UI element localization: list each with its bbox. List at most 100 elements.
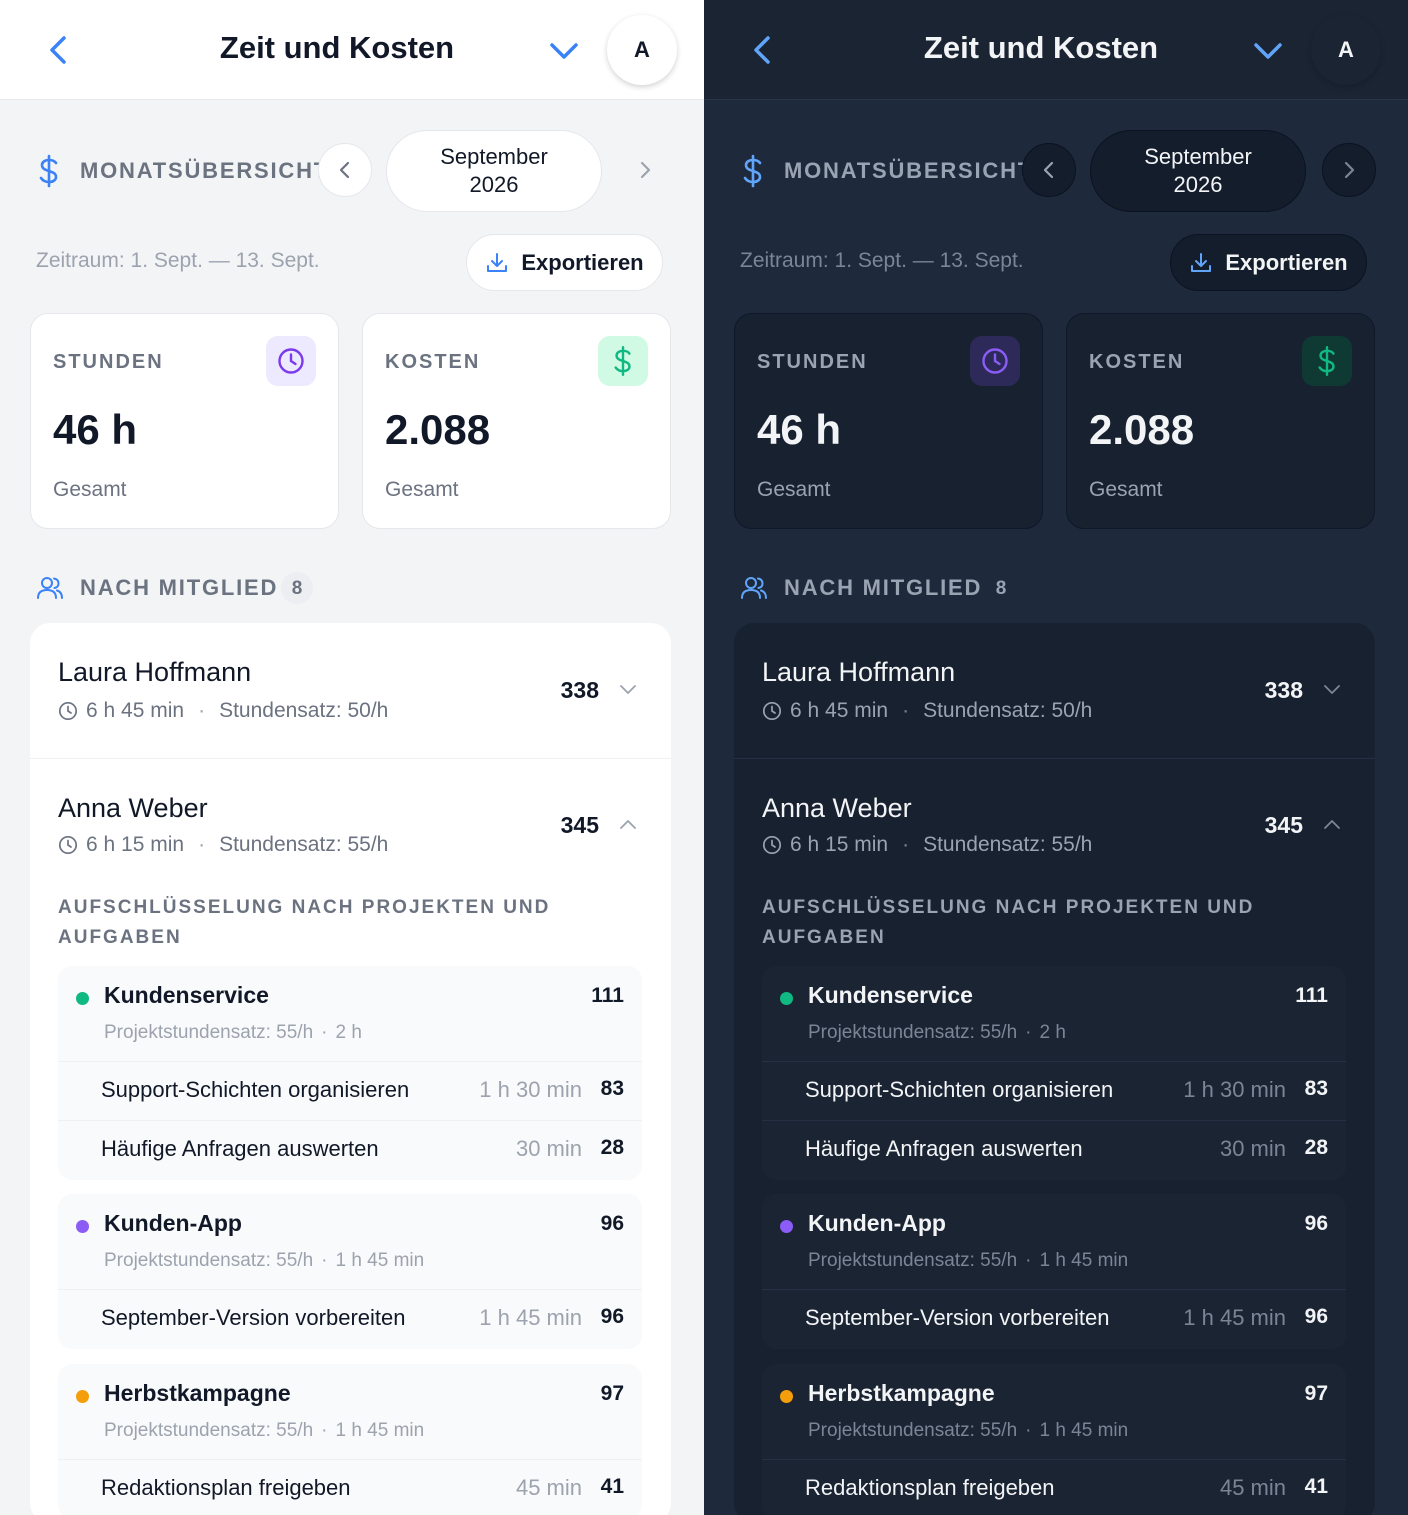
avatar[interactable]: A <box>1311 15 1381 85</box>
hours-card: STUNDEN 46 h Gesamt <box>734 313 1043 529</box>
task-value: 83 <box>1304 1077 1328 1100</box>
members-list: Laura Hoffmann 6 h 45 min · Stundensatz:… <box>30 623 671 1515</box>
task-row: Redaktionsplan freigeben 45 min 41 <box>58 1460 642 1515</box>
project-time: 2 h <box>335 1022 362 1043</box>
avatar[interactable]: A <box>607 15 677 85</box>
project-color-dot <box>780 992 793 1005</box>
member-row-expanded: Anna Weber 6 h 15 min · Stundensatz: 55/… <box>30 759 671 1515</box>
prev-month-button[interactable] <box>1022 143 1076 197</box>
project-value: 97 <box>600 1382 624 1405</box>
member-total: 345 <box>560 812 599 838</box>
member-row[interactable]: Laura Hoffmann 6 h 45 min · Stundensatz:… <box>734 623 1375 759</box>
member-time: 6 h 45 min <box>86 699 185 722</box>
task-value: 41 <box>1304 1475 1328 1498</box>
project-meta: Projektstundensatz: 55/h · 1 h 45 min <box>808 1250 1128 1272</box>
project-name: Herbstkampagne <box>104 1380 291 1406</box>
task-time: 30 min <box>1219 1136 1286 1161</box>
project-value: 96 <box>1304 1212 1328 1235</box>
task-row: Häufige Anfragen auswerten 30 min 28 <box>762 1121 1346 1180</box>
member-name: Laura Hoffmann <box>762 657 956 687</box>
project-header[interactable]: Herbstkampagne 97 Projektstundensatz: 55… <box>58 1364 642 1460</box>
meta-separator: · <box>198 699 206 722</box>
member-meta: 6 h 15 min · Stundensatz: 55/h <box>58 833 388 857</box>
export-button[interactable]: Exportieren <box>1170 234 1367 291</box>
chevron-down-icon[interactable] <box>1321 683 1343 697</box>
chevron-up-icon[interactable] <box>1321 817 1343 831</box>
clock-icon <box>762 701 782 721</box>
meta-separator: · <box>321 1420 328 1441</box>
dollar-icon <box>39 154 58 188</box>
project-header[interactable]: Kunden-App 96 Projektstundensatz: 55/h · 1… <box>58 1194 642 1290</box>
task-time: 1 h 30 min <box>479 1077 582 1102</box>
member-meta: 6 h 15 min · Stundensatz: 55/h <box>762 833 1092 857</box>
chevron-left-icon <box>1043 161 1054 179</box>
project-meta: Projektstundensatz: 55/h · 1 h 45 min <box>808 1420 1128 1442</box>
chevron-down-icon[interactable] <box>1250 38 1286 64</box>
member-time: 6 h 45 min <box>790 699 889 722</box>
task-time: 1 h 45 min <box>479 1305 582 1330</box>
project-rate: Projektstundensatz: 55/h <box>104 1420 314 1441</box>
month-overview-row: MONATSÜBERSICHT September 2026 <box>36 130 676 212</box>
member-rate: Stundensatz: 55/h <box>923 833 1093 856</box>
page-title: Zeit und Kosten <box>219 30 455 65</box>
project-card-kunden-app: Kunden-App 96 Projektstundensatz: 55/h · 1… <box>58 1194 642 1349</box>
chevron-down-icon[interactable] <box>546 38 582 64</box>
task-row: Redaktionsplan freigeben 45 min 41 <box>762 1460 1346 1515</box>
members-section-header: NACH MITGLIED 8 <box>740 572 1040 608</box>
chevron-down-icon[interactable] <box>617 683 639 697</box>
members-section-label: NACH MITGLIED <box>784 575 983 600</box>
project-card-kunden-app: Kunden-App 96 Projektstundensatz: 55/h · 1… <box>762 1194 1346 1349</box>
costs-card: KOSTEN 2.088 Gesamt <box>1066 313 1375 529</box>
project-name: Herbstkampagne <box>808 1380 995 1406</box>
task-name: Häufige Anfragen auswerten <box>101 1136 379 1161</box>
users-icon <box>741 577 767 599</box>
project-value: 96 <box>600 1212 624 1235</box>
meta-separator: · <box>1025 1250 1032 1271</box>
project-rate: Projektstundensatz: 55/h <box>104 1022 314 1043</box>
task-row: Support-Schichten organisieren 1 h 30 mi… <box>58 1062 642 1121</box>
task-value: 28 <box>1304 1136 1328 1159</box>
next-month-button[interactable] <box>618 143 672 197</box>
top-bar: Zeit und Kosten A <box>0 0 704 100</box>
date-range-text: Zeitraum: 1. Sept. — 13. Sept. <box>740 249 1024 272</box>
task-row: September-Version vorbereiten 1 h 45 min… <box>762 1290 1346 1349</box>
task-row: Häufige Anfragen auswerten 30 min 28 <box>58 1121 642 1180</box>
member-row[interactable]: Laura Hoffmann 6 h 45 min · Stundensatz:… <box>30 623 671 759</box>
project-value: 111 <box>1295 984 1328 1007</box>
hours-total-value: 46 h <box>757 406 842 453</box>
export-label: Exportieren <box>1225 249 1348 275</box>
breakdown-title: AUFSCHLÜSSELUNG NACH PROJEKTEN UND AUFGA… <box>762 897 1255 948</box>
project-header[interactable]: Kundenservice 111 Projektstundensatz: 55… <box>762 966 1346 1062</box>
export-button[interactable]: Exportieren <box>466 234 663 291</box>
page-title: Zeit und Kosten <box>923 30 1159 65</box>
meta-separator: · <box>321 1250 328 1271</box>
project-time: 1 h 45 min <box>335 1420 425 1441</box>
project-time: 1 h 45 min <box>1039 1250 1129 1271</box>
next-month-button[interactable] <box>1322 143 1376 197</box>
costs-card: KOSTEN 2.088 Gesamt <box>362 313 671 529</box>
month-selector[interactable]: September 2026 <box>1090 130 1306 212</box>
project-header[interactable]: Herbstkampagne 97 Projektstundensatz: 55… <box>762 1364 1346 1460</box>
month-selector[interactable]: September 2026 <box>386 130 602 212</box>
member-meta: 6 h 45 min · Stundensatz: 50/h <box>58 699 388 723</box>
task-name: Support-Schichten organisieren <box>101 1077 410 1102</box>
member-total: 338 <box>560 677 599 703</box>
project-name: Kundenservice <box>808 982 973 1008</box>
hours-card-label: STUNDEN <box>53 351 164 373</box>
project-header[interactable]: Kundenservice 111 Projektstundensatz: 55… <box>58 966 642 1062</box>
export-label: Exportieren <box>521 249 644 275</box>
top-bar: Zeit und Kosten A <box>704 0 1408 100</box>
task-time: 45 min <box>1219 1475 1286 1500</box>
project-header[interactable]: Kunden-App 96 Projektstundensatz: 55/h · 1… <box>762 1194 1346 1290</box>
task-row: September-Version vorbereiten 1 h 45 min… <box>58 1290 642 1349</box>
project-name: Kundenservice <box>104 982 269 1008</box>
task-value: 96 <box>1304 1305 1328 1328</box>
meta-separator: · <box>902 699 910 722</box>
chevron-up-icon[interactable] <box>617 817 639 831</box>
prev-month-button[interactable] <box>318 143 372 197</box>
project-card-kundenservice: Kundenservice 111 Projektstundensatz: 55… <box>762 966 1346 1180</box>
meta-separator: · <box>1025 1022 1032 1043</box>
task-name: Redaktionsplan freigeben <box>805 1475 1055 1500</box>
month-year: 2026 <box>1173 172 1223 197</box>
member-name: Anna Weber <box>58 793 208 823</box>
